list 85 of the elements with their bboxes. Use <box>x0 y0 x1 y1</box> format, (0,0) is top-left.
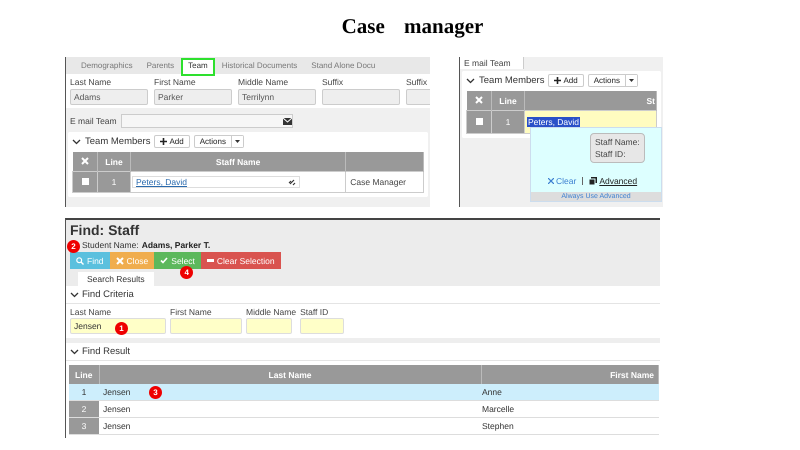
step-badge: 3 <box>149 386 162 399</box>
column-header: St <box>524 91 656 110</box>
field-label: E mail Team <box>460 57 524 69</box>
caret-icon <box>234 140 240 143</box>
plus-icon <box>554 77 562 84</box>
tab[interactable]: Team <box>183 60 213 74</box>
column-header: Line <box>98 152 130 172</box>
select-all-icon[interactable] <box>80 156 89 164</box>
field-label: Last Name <box>70 77 112 87</box>
tab[interactable]: Parents <box>142 60 180 74</box>
add-button[interactable]: Add <box>548 74 584 87</box>
field-label: Last Name <box>70 307 112 317</box>
table-cell: Case Manager <box>346 172 424 192</box>
chevron-icon[interactable] <box>70 348 79 354</box>
search-icon <box>76 256 84 264</box>
section-title: Team Members <box>85 136 150 147</box>
field-label: First Name <box>170 307 213 317</box>
result-row[interactable]: 3 Jensen Stephen <box>69 418 658 434</box>
field-label: Middle Name <box>246 307 296 317</box>
copy-icon <box>589 177 598 185</box>
text-field[interactable] <box>322 89 400 105</box>
student-name: Adams, Parker T. <box>142 240 210 250</box>
text-field[interactable] <box>300 318 344 334</box>
field-label: Staff ID <box>300 307 330 317</box>
envelope-icon[interactable] <box>282 118 292 124</box>
step-badge: 4 <box>180 266 194 279</box>
table-cell: 1 <box>98 172 130 192</box>
field-label: Middle Name <box>238 77 290 87</box>
panel-title: Find: Staff <box>70 222 140 238</box>
checkbox[interactable] <box>474 116 484 126</box>
table-cell: Anne <box>481 384 658 400</box>
table-cell: 1 <box>492 110 524 134</box>
tooltip: Staff Name: Staff ID: <box>590 133 645 163</box>
column-header: First Name <box>481 365 658 384</box>
table-cell: Marcelle <box>481 400 658 418</box>
table-cell-text: Jensen <box>102 404 130 414</box>
plus-icon <box>160 138 168 145</box>
field-label: First Name <box>154 77 197 87</box>
tab[interactable]: Historical Documents <box>216 60 302 74</box>
section-title: Find Result <box>82 346 130 357</box>
actions-dropdown[interactable]: Actions <box>194 135 244 148</box>
field-label: E mail Team <box>70 116 117 126</box>
column-header: Line <box>69 365 99 384</box>
field-label: Suffix <box>406 77 428 87</box>
field-label: Suffix <box>322 77 344 87</box>
clear-link[interactable]: Clear <box>548 176 576 186</box>
close-icon <box>116 256 124 264</box>
table-cell: 1 <box>69 384 99 400</box>
text-field[interactable] <box>246 318 292 334</box>
text-field[interactable]: Adams <box>70 89 148 105</box>
table-cell: 3 <box>69 418 99 434</box>
column-header: Last Name <box>99 365 481 384</box>
table-cell-text: Jensen <box>102 421 130 431</box>
caret-icon <box>628 79 634 82</box>
add-button[interactable]: Add <box>154 135 190 148</box>
search-results-tab[interactable]: Search Results <box>78 272 154 286</box>
chevron-icon[interactable] <box>466 78 475 84</box>
check-icon <box>160 257 168 264</box>
close-icon <box>548 178 554 184</box>
text-field[interactable] <box>170 318 242 334</box>
student-label: Student Name: <box>82 240 139 250</box>
minus-icon <box>206 259 214 262</box>
select-all-icon[interactable] <box>474 96 483 104</box>
tab[interactable]: Stand Alone Docu <box>306 60 380 74</box>
checkbox[interactable] <box>80 176 90 186</box>
chevron-icon[interactable] <box>72 138 81 144</box>
clear-button[interactable]: Clear Selection <box>200 252 281 269</box>
column-header: Line <box>492 91 524 110</box>
text-field[interactable]: Parker <box>154 89 232 105</box>
actions-dropdown[interactable]: Actions <box>588 74 638 87</box>
tab[interactable]: Demographics <box>76 60 138 74</box>
step-badge: 2 <box>67 240 80 253</box>
result-row[interactable]: 2 Jensen Marcelle <box>69 400 658 418</box>
link-icon[interactable] <box>288 178 296 186</box>
table-cell: Stephen <box>481 418 658 434</box>
section-title: Find Criteria <box>82 289 134 300</box>
page-title: Case manager <box>340 13 484 40</box>
table-cell: 2 <box>69 400 99 418</box>
advanced-link[interactable]: Advanced <box>589 176 638 186</box>
column-header: Staff Name <box>130 152 346 172</box>
email-field[interactable] <box>120 114 293 128</box>
table-cell-text: Jensen <box>102 387 130 397</box>
section-title: Team Members <box>479 75 544 86</box>
chevron-icon[interactable] <box>70 292 79 298</box>
text-field[interactable]: Terrilynn <box>238 89 316 105</box>
